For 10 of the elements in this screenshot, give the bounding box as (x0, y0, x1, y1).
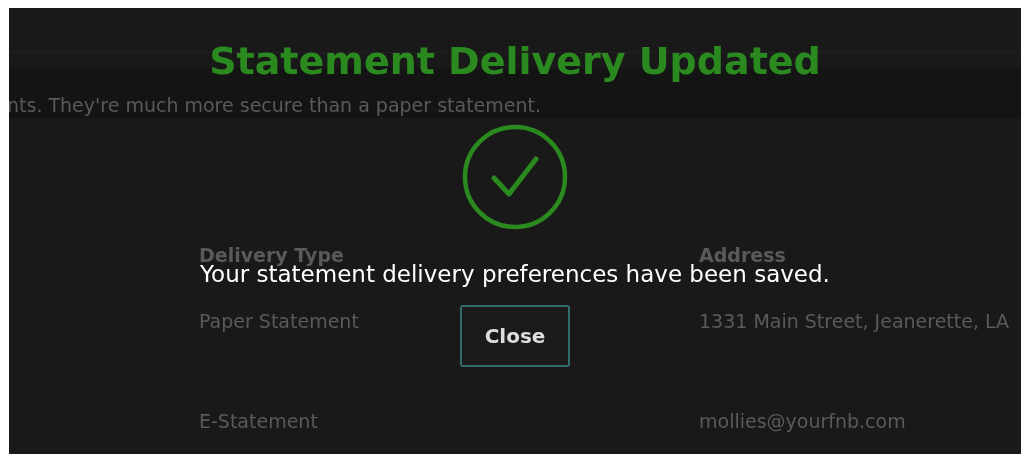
column-header: Address (699, 243, 786, 266)
close-button[interactable]: Close (460, 305, 570, 367)
checkmark-icon (462, 124, 568, 230)
table-cell: mollies@yourfnb.com (699, 409, 906, 432)
table-cell: 1331 Main Street, Jeanerette, LA (699, 309, 1010, 332)
table-cell: E-Statement (199, 409, 318, 432)
column-header: Delivery Type (199, 243, 344, 266)
intro-text: nts. They're much more secure than a paper statement. (9, 94, 541, 116)
dialog-title: Statement Delivery Updated (209, 38, 821, 84)
table-cell: Paper Statement (199, 309, 359, 332)
